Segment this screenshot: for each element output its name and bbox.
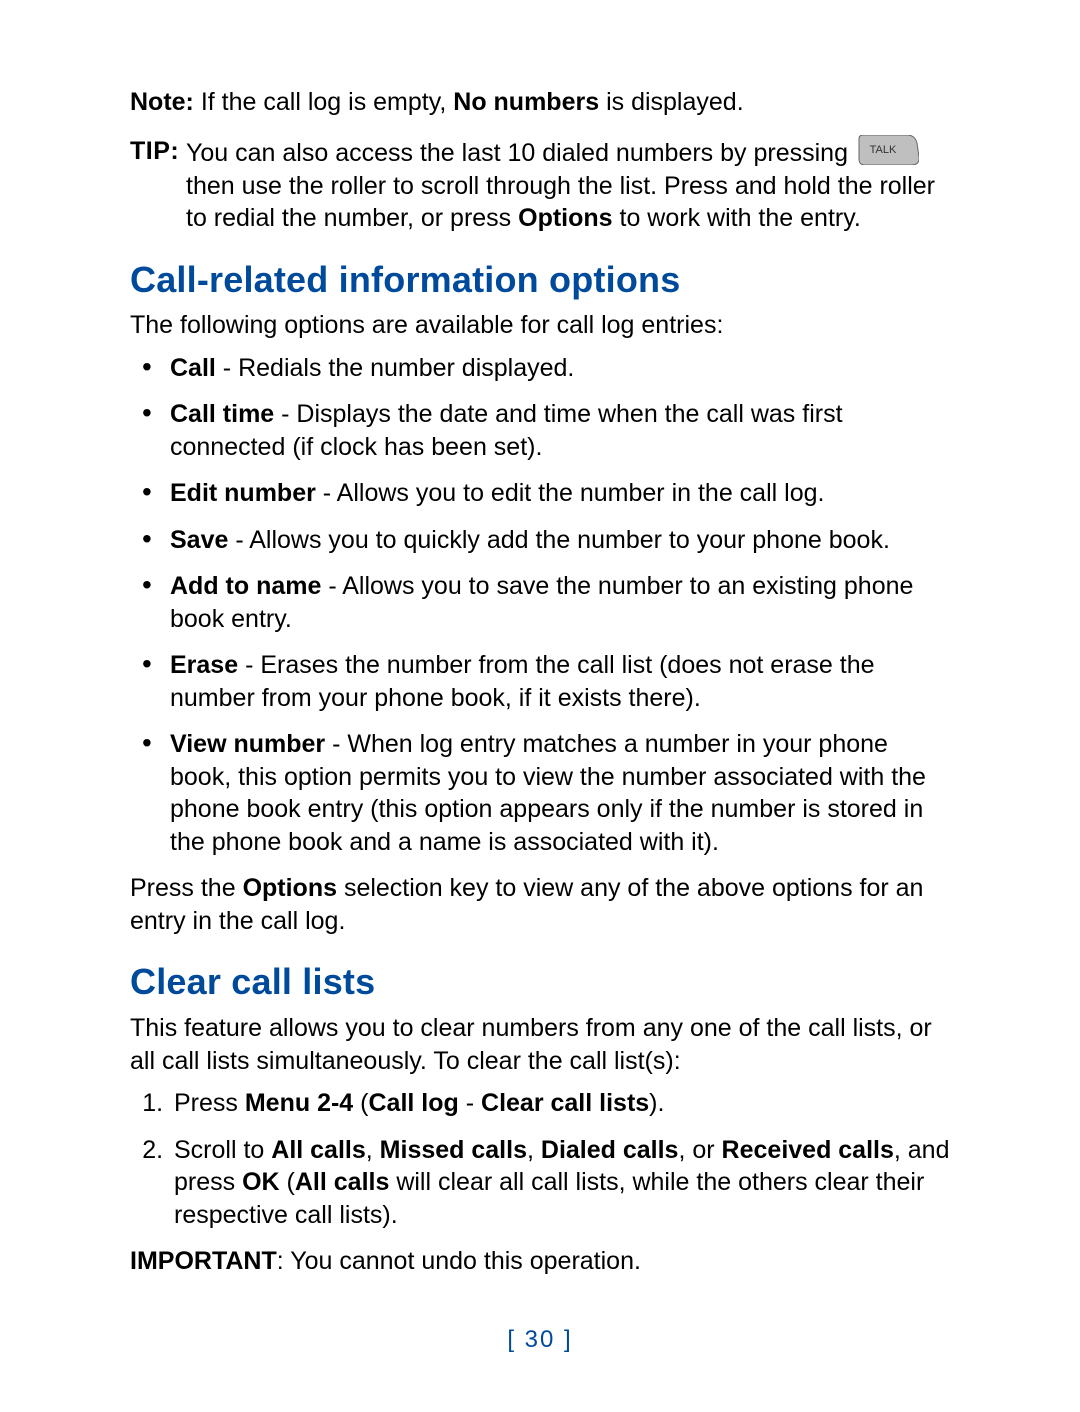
step1-b3: Clear call lists [481,1089,649,1117]
note-bold: No numbers [453,88,599,116]
note-post: is displayed. [599,88,744,116]
step1-mid1: ( [353,1089,368,1117]
step2-b4: Received calls [722,1136,894,1164]
list-item: Call - Redials the number displayed. [130,352,950,385]
note-pre: If the call log is empty, [194,88,453,116]
page-content: Note: If the call log is empty, No numbe… [130,86,950,1288]
talk-key-icon: TALK [857,135,919,165]
desc: - Allows you to quickly add the number t… [228,526,890,554]
step2-b2: Missed calls [380,1136,527,1164]
step2-c2: , [527,1136,541,1164]
step-item: Press Menu 2-4 (Call log - Clear call li… [170,1087,950,1120]
step1-b2: Call log [369,1089,459,1117]
list-item: View number - When log entry matches a n… [130,728,950,858]
outro-pre: Press the [130,874,243,902]
term: Call time [170,400,274,428]
list-item: Save - Allows you to quickly add the num… [130,524,950,557]
section1-intro: The following options are available for … [130,309,950,342]
desc: - Allows you to edit the number in the c… [316,479,825,507]
desc: - Erases the number from the call list (… [170,651,875,712]
term: Erase [170,651,238,679]
tip-block: TIP: You can also access the last 10 dia… [130,135,950,235]
term: Add to name [170,572,321,600]
note-label: Note: [130,88,194,116]
step2-b3: Dialed calls [541,1136,679,1164]
steps-list: Press Menu 2-4 (Call log - Clear call li… [130,1087,950,1231]
step2-open: ( [280,1168,295,1196]
note-line: Note: If the call log is empty, No numbe… [130,86,950,119]
tip-body: You can also access the last 10 dialed n… [186,135,950,235]
step2-c1: , [366,1136,380,1164]
important-label: IMPORTANT [130,1247,277,1275]
svg-text:TALK: TALK [870,144,897,156]
list-item: Edit number - Allows you to edit the num… [130,477,950,510]
step2-c3: , or [678,1136,721,1164]
step1-post: ). [649,1089,664,1117]
term: Save [170,526,228,554]
list-item: Call time - Displays the date and time w… [130,398,950,463]
outro-bold: Options [243,874,337,902]
important-line: IMPORTANT: You cannot undo this operatio… [130,1245,950,1278]
step2-b6: All calls [295,1168,390,1196]
heading-call-related-options: Call-related information options [130,257,950,304]
section1-outro: Press the Options selection key to view … [130,872,950,937]
page-number: [ 30 ] [0,1326,1080,1354]
important-text: : You cannot undo this operation. [277,1247,641,1275]
tip-options-word: Options [518,204,612,232]
step1-pre: Press [174,1089,245,1117]
step1-b1: Menu 2-4 [245,1089,353,1117]
term: Edit number [170,479,316,507]
tip-line1: You can also access the last 10 dialed n… [186,139,855,167]
step-item: Scroll to All calls, Missed calls, Diale… [170,1134,950,1232]
heading-clear-call-lists: Clear call lists [130,959,950,1006]
tip-rest-post: to work with the entry. [613,204,861,232]
tip-label: TIP: [130,137,179,165]
step2-b5: OK [242,1168,280,1196]
term: Call [170,354,216,382]
list-item: Add to name - Allows you to save the num… [130,570,950,635]
step1-mid2: - [459,1089,481,1117]
list-item: Erase - Erases the number from the call … [130,649,950,714]
term: View number [170,730,325,758]
section2-intro: This feature allows you to clear numbers… [130,1012,950,1077]
option-list: Call - Redials the number displayed. Cal… [130,352,950,859]
desc: - Redials the number displayed. [216,354,575,382]
step2-pre: Scroll to [174,1136,271,1164]
step2-b1: All calls [271,1136,366,1164]
